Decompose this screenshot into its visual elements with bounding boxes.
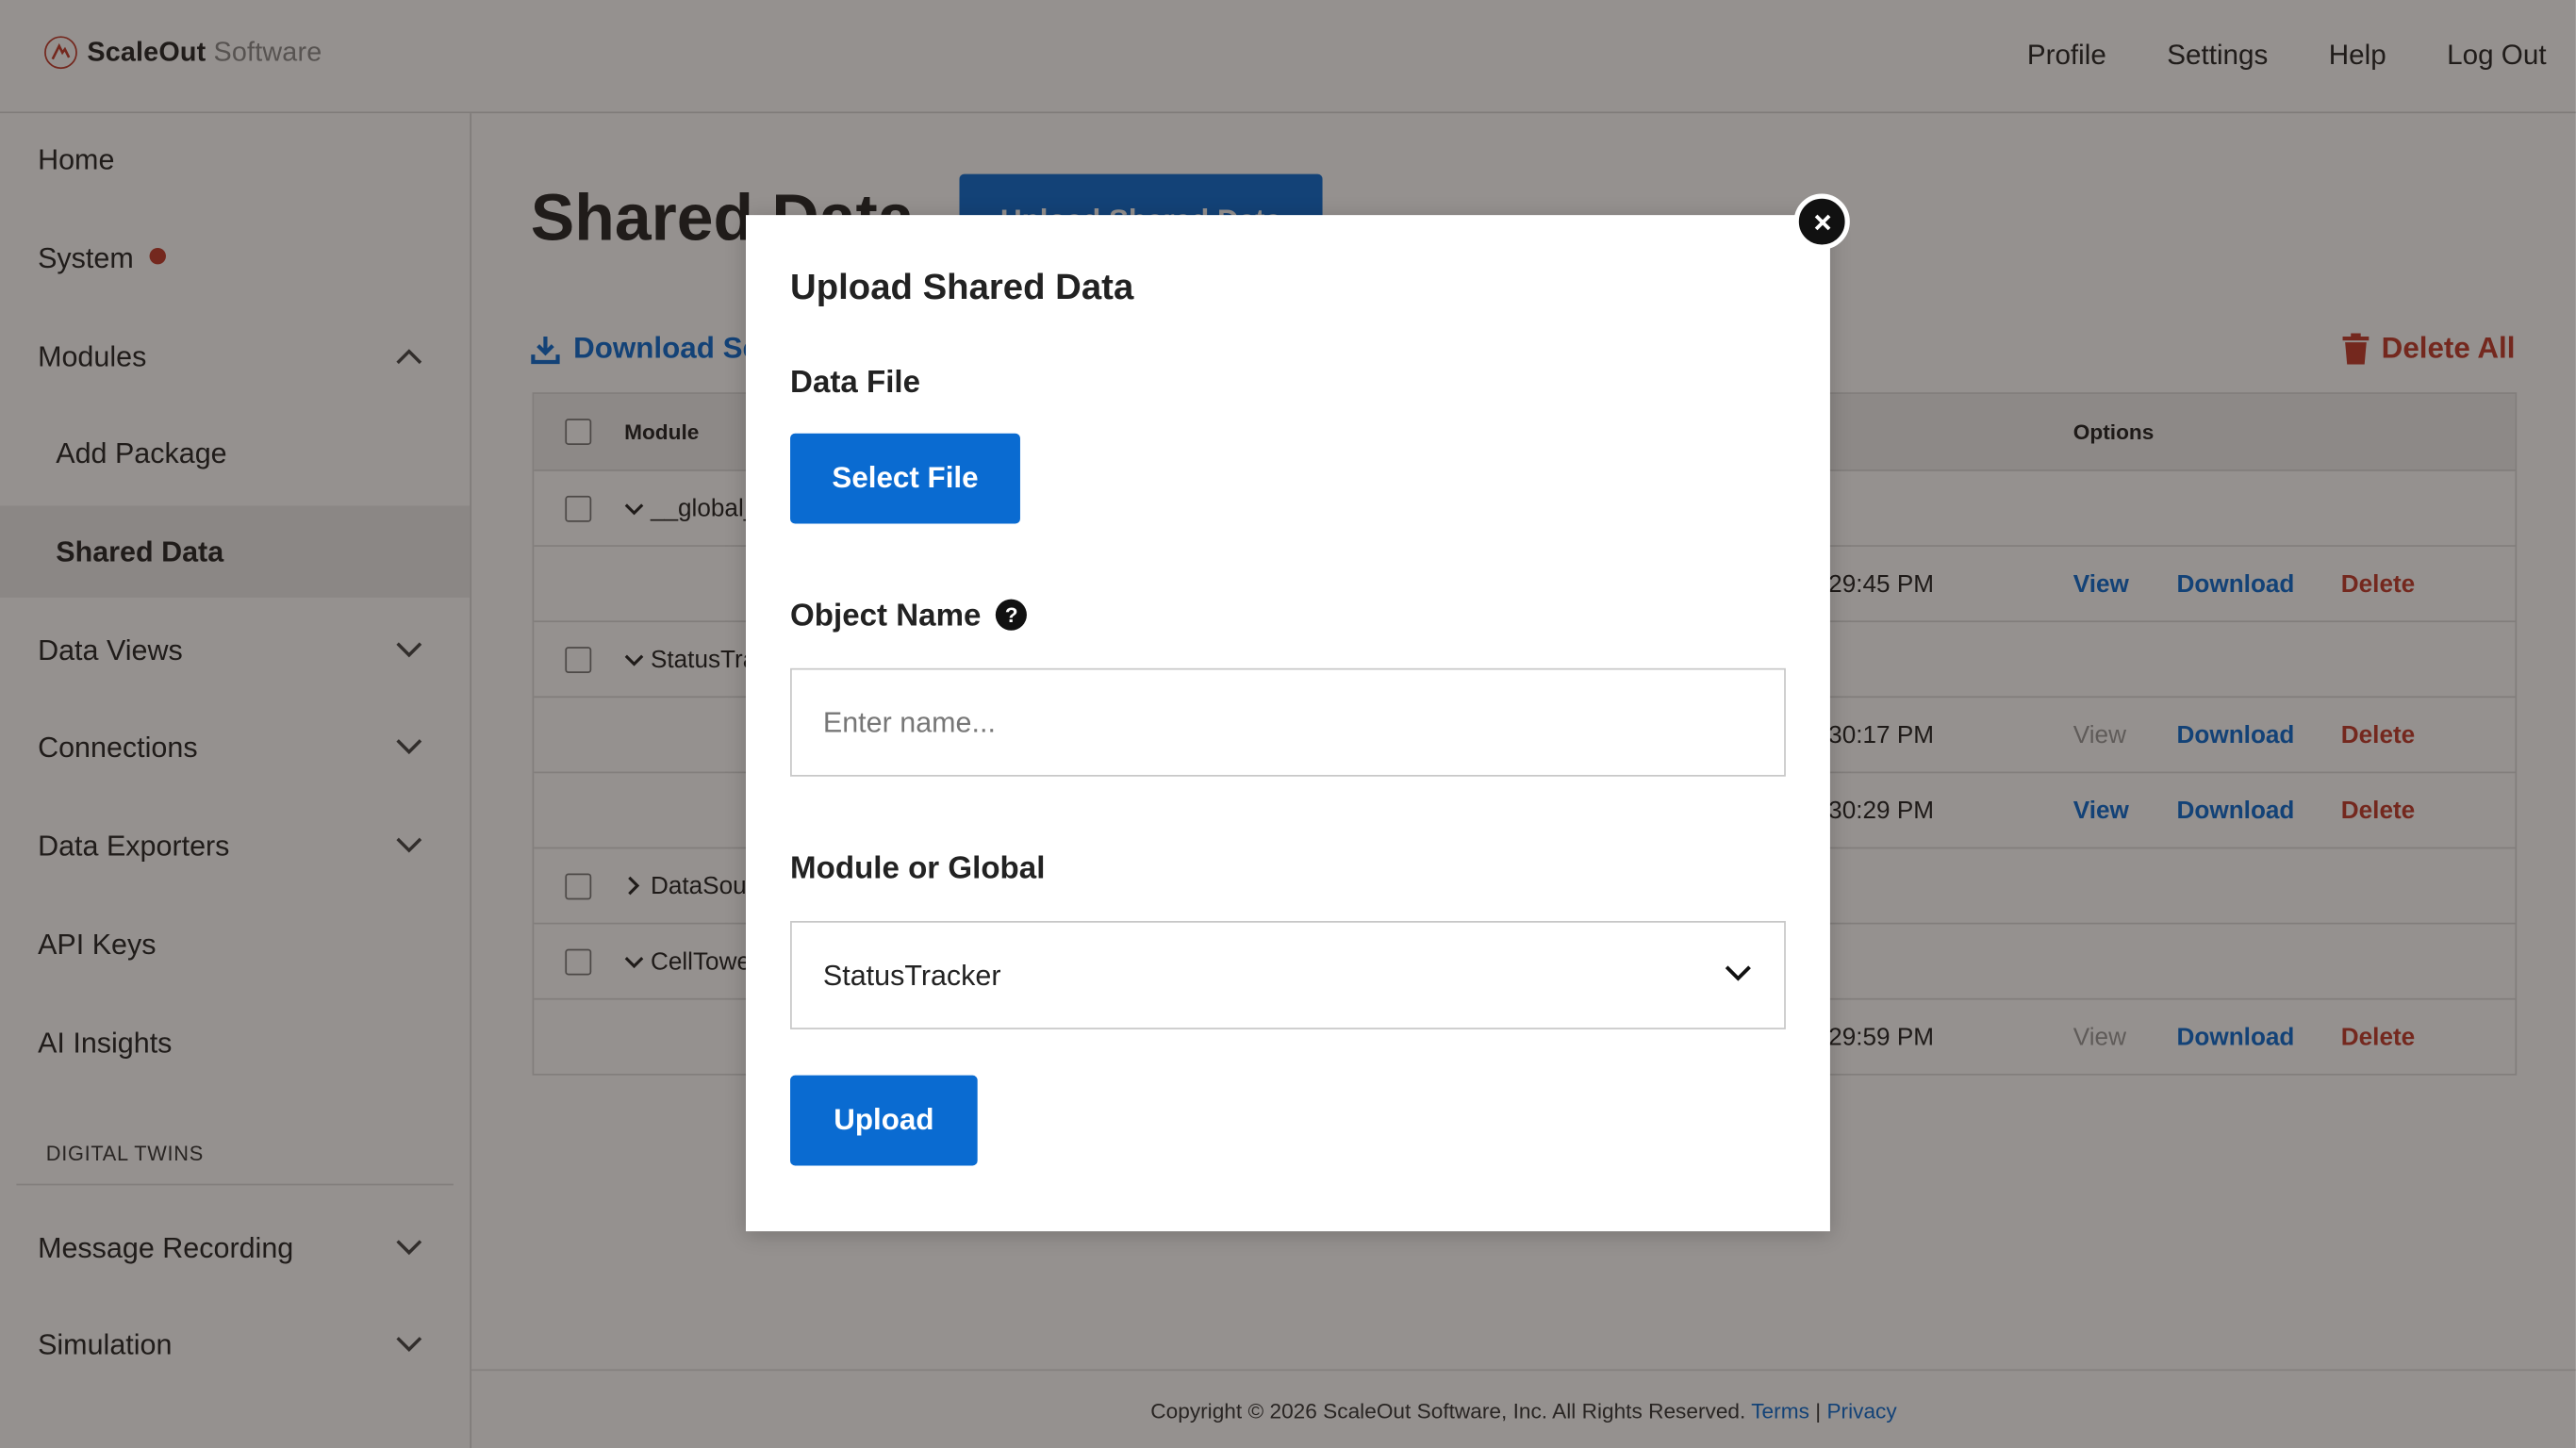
module-select-value: StatusTracker	[822, 958, 1001, 991]
data-file-label: Data File	[790, 366, 921, 401]
select-file-button[interactable]: Select File	[790, 433, 1020, 524]
modal-title: Upload Shared Data	[790, 266, 1134, 307]
help-icon[interactable]: ?	[996, 599, 1028, 631]
upload-shared-data-modal: Upload Shared Data Data File Select File…	[746, 215, 1830, 1232]
module-select[interactable]: StatusTracker	[790, 920, 1786, 1029]
module-or-global-label: Module or Global	[790, 851, 1046, 887]
modal-close-button[interactable]	[1793, 193, 1850, 250]
chevron-down-icon	[1725, 965, 1751, 981]
app-root: ScaleOut Software Profile Settings Help …	[0, 0, 2576, 1448]
close-icon	[1813, 213, 1830, 230]
object-name-input[interactable]: Enter name...	[790, 667, 1786, 777]
upload-button[interactable]: Upload	[790, 1075, 978, 1166]
object-name-label: Object Name?	[790, 599, 1028, 635]
